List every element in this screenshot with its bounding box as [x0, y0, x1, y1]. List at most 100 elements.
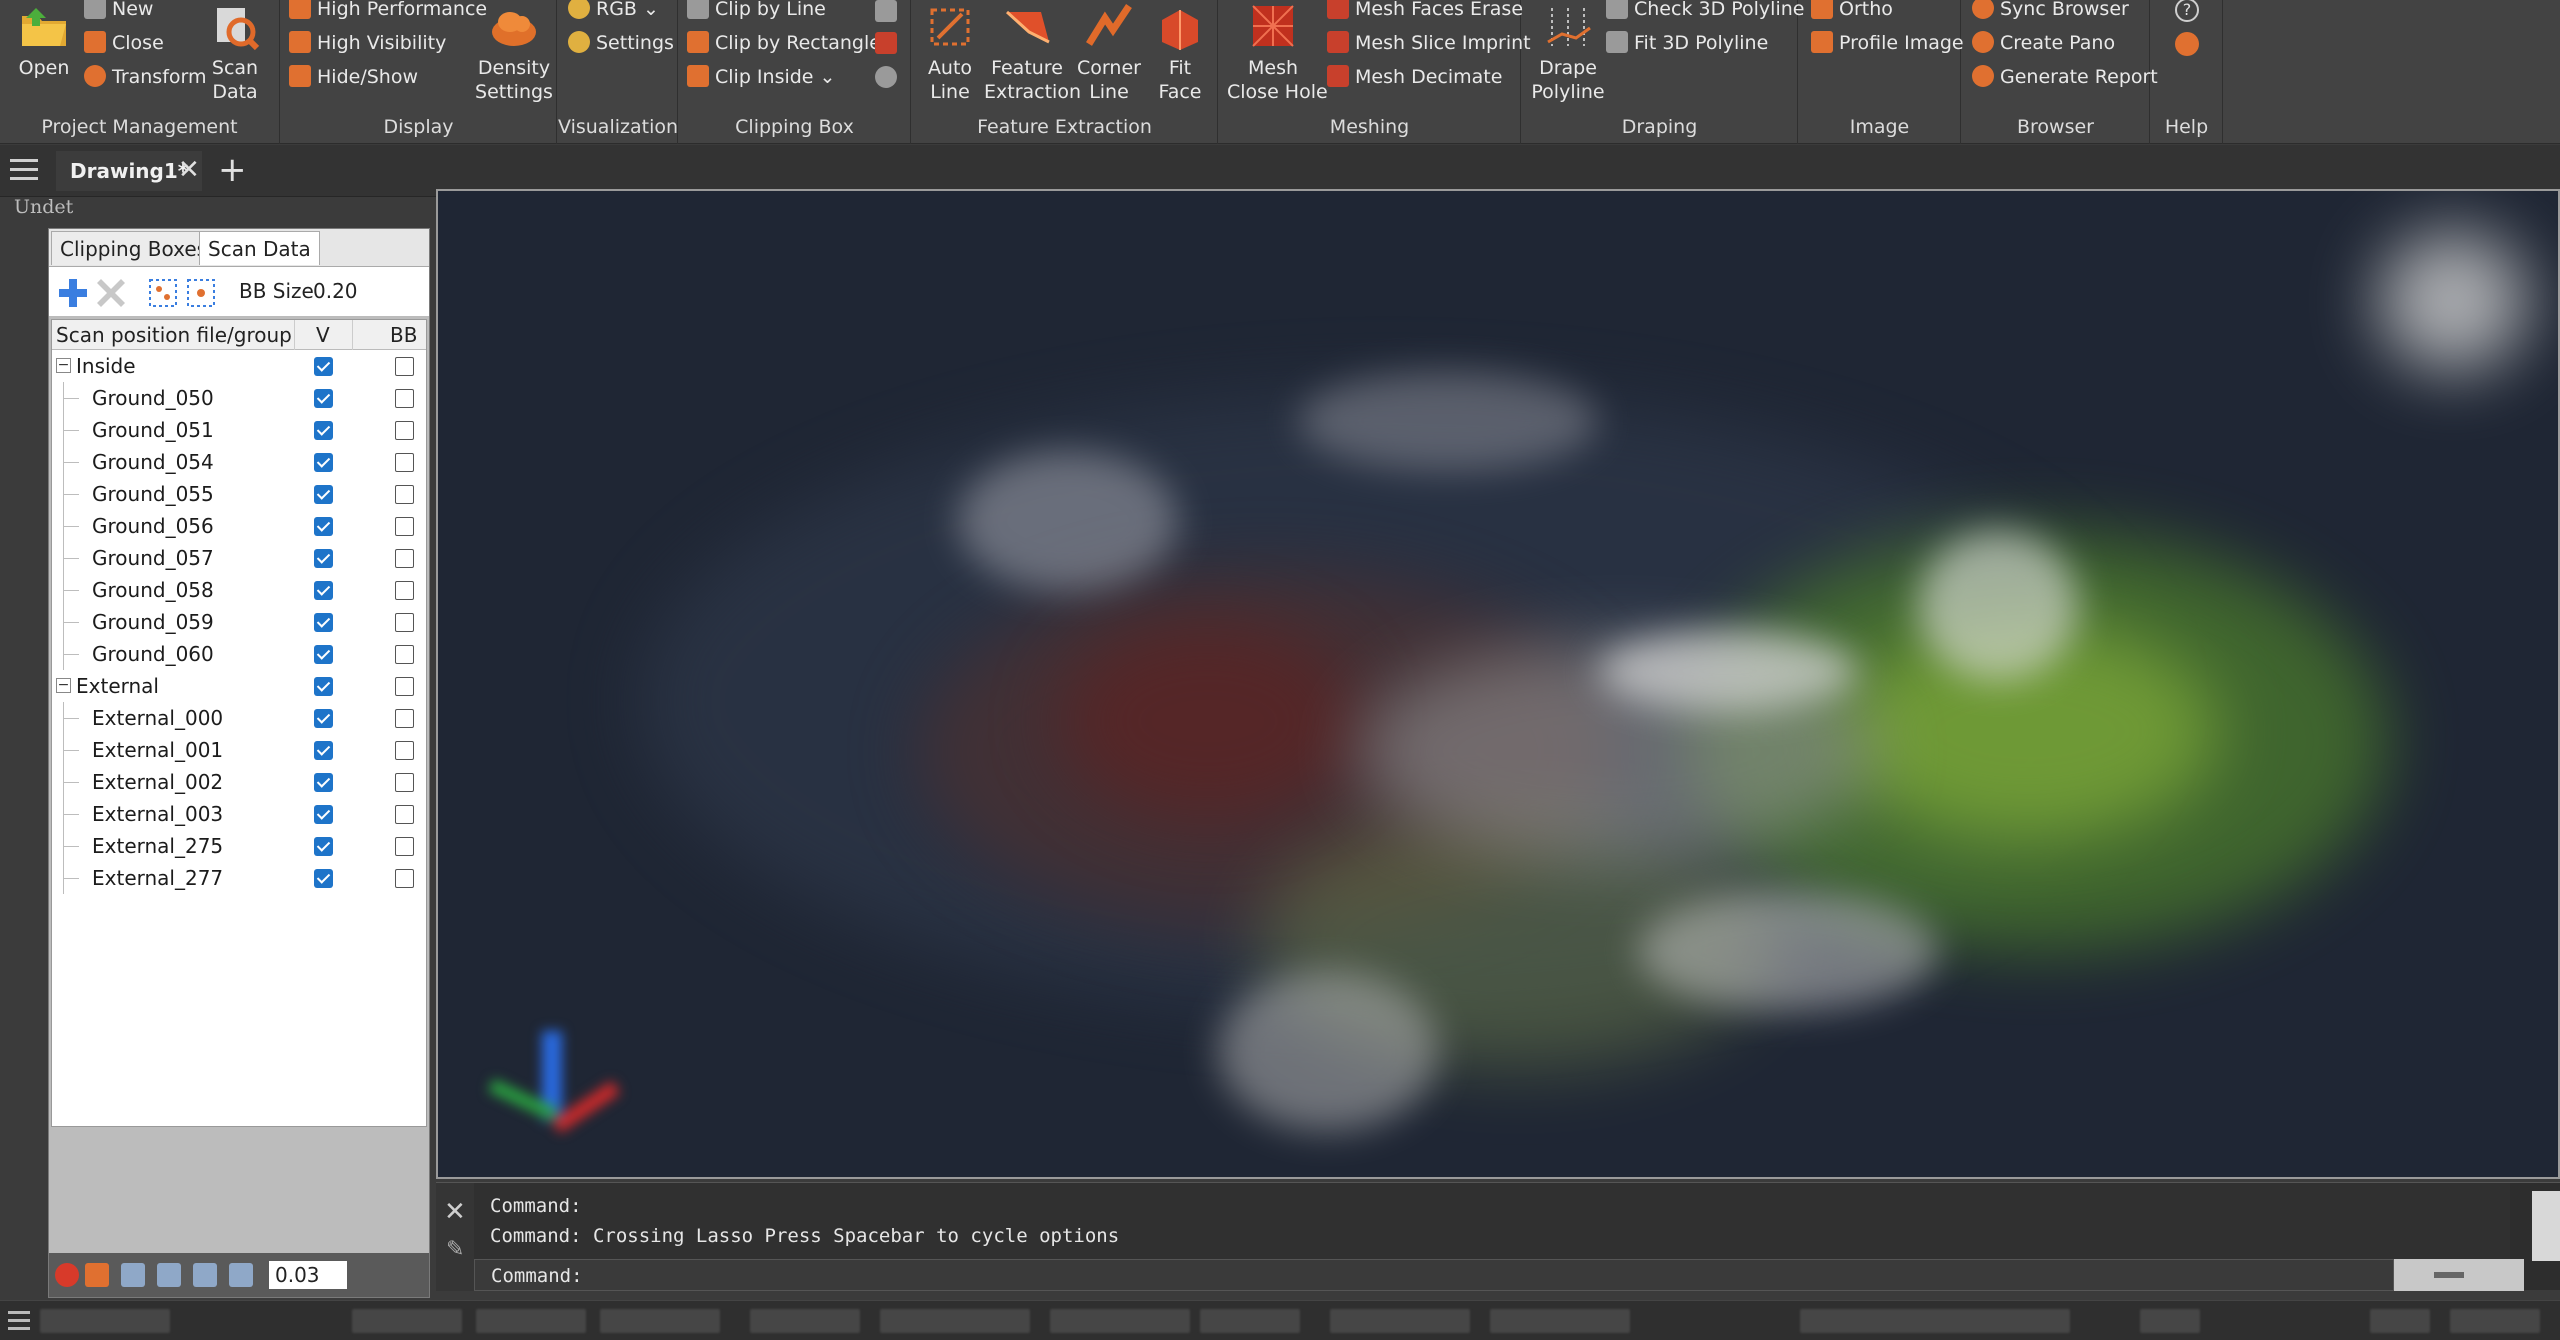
column-header-bb[interactable]: BB: [390, 323, 417, 347]
menu-icon[interactable]: [10, 159, 38, 181]
visible-checkbox[interactable]: [314, 677, 333, 696]
bb-checkbox[interactable]: [395, 389, 414, 408]
status-item[interactable]: [2450, 1309, 2540, 1333]
tree-item[interactable]: Ground_054: [52, 446, 426, 478]
corner-line-button[interactable]: Corner Line: [1072, 2, 1146, 104]
status-item[interactable]: [880, 1309, 1030, 1333]
sync-browser-button[interactable]: Sync Browser: [1972, 0, 2129, 24]
close-command-icon[interactable]: ✕: [444, 1197, 466, 1227]
new-button[interactable]: New: [84, 0, 153, 24]
mesh-slice-imprint-button[interactable]: Mesh Slice Imprint: [1327, 28, 1531, 58]
open-button[interactable]: Open: [8, 2, 80, 80]
status-item[interactable]: [750, 1309, 860, 1333]
check-3d-polyline-button[interactable]: Check 3D Polyline: [1606, 0, 1804, 24]
bb-checkbox[interactable]: [395, 421, 414, 440]
collapse-icon[interactable]: −: [56, 678, 71, 693]
status-item[interactable]: [2370, 1309, 2430, 1333]
status-item[interactable]: [1800, 1309, 2070, 1333]
command-options-button[interactable]: [2394, 1259, 2524, 1291]
tree-item[interactable]: External_275: [52, 830, 426, 862]
visible-checkbox[interactable]: [314, 581, 333, 600]
help-icon[interactable]: ?: [2175, 0, 2199, 22]
bb-checkbox[interactable]: [395, 357, 414, 376]
visible-checkbox[interactable]: [314, 773, 333, 792]
create-pano-button[interactable]: Create Pano: [1972, 28, 2115, 58]
ortho-button[interactable]: Ortho: [1811, 0, 1893, 24]
clip-extra-icon-2[interactable]: [875, 32, 897, 54]
hide-show-button[interactable]: Hide/Show: [289, 62, 418, 92]
tree-item[interactable]: Ground_051: [52, 414, 426, 446]
visualization-settings-button[interactable]: Settings: [568, 28, 674, 58]
auto-line-button[interactable]: Auto Line: [918, 2, 982, 104]
status-item[interactable]: [1490, 1309, 1630, 1333]
visible-checkbox[interactable]: [314, 645, 333, 664]
visible-checkbox[interactable]: [314, 613, 333, 632]
visible-checkbox[interactable]: [314, 453, 333, 472]
status-menu-icon[interactable]: [8, 1311, 30, 1331]
status-item[interactable]: [1050, 1309, 1190, 1333]
bb-checkbox[interactable]: [395, 805, 414, 824]
deselect-points-icon[interactable]: [185, 277, 217, 309]
bb-checkbox[interactable]: [395, 645, 414, 664]
column-header-visible[interactable]: V: [316, 323, 330, 347]
high-performance-button[interactable]: High Performance: [289, 0, 487, 24]
tree-item[interactable]: External_277: [52, 862, 426, 894]
status-item[interactable]: [352, 1309, 462, 1333]
visible-checkbox[interactable]: [314, 869, 333, 888]
clip-inside-dropdown[interactable]: Clip Inside ⌄: [687, 62, 835, 92]
transform-button[interactable]: Transform: [84, 62, 207, 92]
drape-polyline-button[interactable]: Drape Polyline: [1526, 2, 1610, 104]
mesh-faces-erase-button[interactable]: Mesh Faces Erase: [1327, 0, 1523, 24]
about-icon[interactable]: [2175, 32, 2199, 56]
visible-checkbox[interactable]: [314, 421, 333, 440]
tree-item[interactable]: Ground_055: [52, 478, 426, 510]
grid-icon[interactable]: [85, 1263, 109, 1287]
bb-checkbox[interactable]: [395, 517, 414, 536]
command-scrollbar[interactable]: [2532, 1191, 2560, 1261]
profile-image-button[interactable]: Profile Image: [1811, 28, 1964, 58]
close-tab-icon[interactable]: ✕: [178, 157, 200, 183]
bb-checkbox[interactable]: [395, 837, 414, 856]
tree-item[interactable]: Ground_059: [52, 606, 426, 638]
pin-icon[interactable]: [55, 1263, 79, 1287]
bb-size-value[interactable]: 0.20: [313, 279, 358, 303]
tree-item[interactable]: External_003: [52, 798, 426, 830]
close-button[interactable]: Close: [84, 28, 164, 58]
tree-item[interactable]: Ground_056: [52, 510, 426, 542]
column-header-scan-position[interactable]: Scan position file/group: [56, 323, 292, 347]
bb-checkbox[interactable]: [395, 485, 414, 504]
status-item[interactable]: [600, 1309, 720, 1333]
tree-item[interactable]: External_000: [52, 702, 426, 734]
zoom-extents-icon[interactable]: [121, 1263, 145, 1287]
point-cloud-viewport[interactable]: [436, 189, 2560, 1179]
rgb-dropdown[interactable]: RGB ⌄: [568, 0, 659, 24]
bb-checkbox[interactable]: [395, 773, 414, 792]
bb-checkbox[interactable]: [395, 549, 414, 568]
visible-checkbox[interactable]: [314, 389, 333, 408]
visible-checkbox[interactable]: [314, 837, 333, 856]
clip-by-rectangle-button[interactable]: Clip by Rectangle: [687, 28, 881, 58]
tree-item[interactable]: Ground_057: [52, 542, 426, 574]
bb-checkbox[interactable]: [395, 741, 414, 760]
clip-extra-icon-1[interactable]: [875, 0, 897, 22]
tree-item[interactable]: External_001: [52, 734, 426, 766]
status-item[interactable]: [1200, 1309, 1300, 1333]
tab-clipping-boxes[interactable]: Clipping Boxes: [51, 231, 217, 265]
tab-scan-data[interactable]: Scan Data: [199, 231, 320, 265]
bb-checkbox[interactable]: [395, 613, 414, 632]
select-points-icon[interactable]: [147, 277, 179, 309]
high-visibility-button[interactable]: High Visibility: [289, 28, 446, 58]
feature-extraction-button[interactable]: Feature Extraction: [984, 2, 1081, 104]
tree-item[interactable]: Ground_050: [52, 382, 426, 414]
visible-checkbox[interactable]: [314, 485, 333, 504]
add-icon[interactable]: [57, 277, 89, 309]
clip-by-line-button[interactable]: Clip by Line: [687, 0, 826, 24]
zoom-out-icon[interactable]: [193, 1263, 217, 1287]
tree-group-external[interactable]: − External: [52, 670, 426, 702]
zoom-in-icon[interactable]: [157, 1263, 181, 1287]
tree-item[interactable]: External_002: [52, 766, 426, 798]
tree-item[interactable]: Ground_058: [52, 574, 426, 606]
new-tab-icon[interactable]: +: [218, 153, 247, 187]
visible-checkbox[interactable]: [314, 709, 333, 728]
collapse-icon[interactable]: −: [56, 358, 71, 373]
